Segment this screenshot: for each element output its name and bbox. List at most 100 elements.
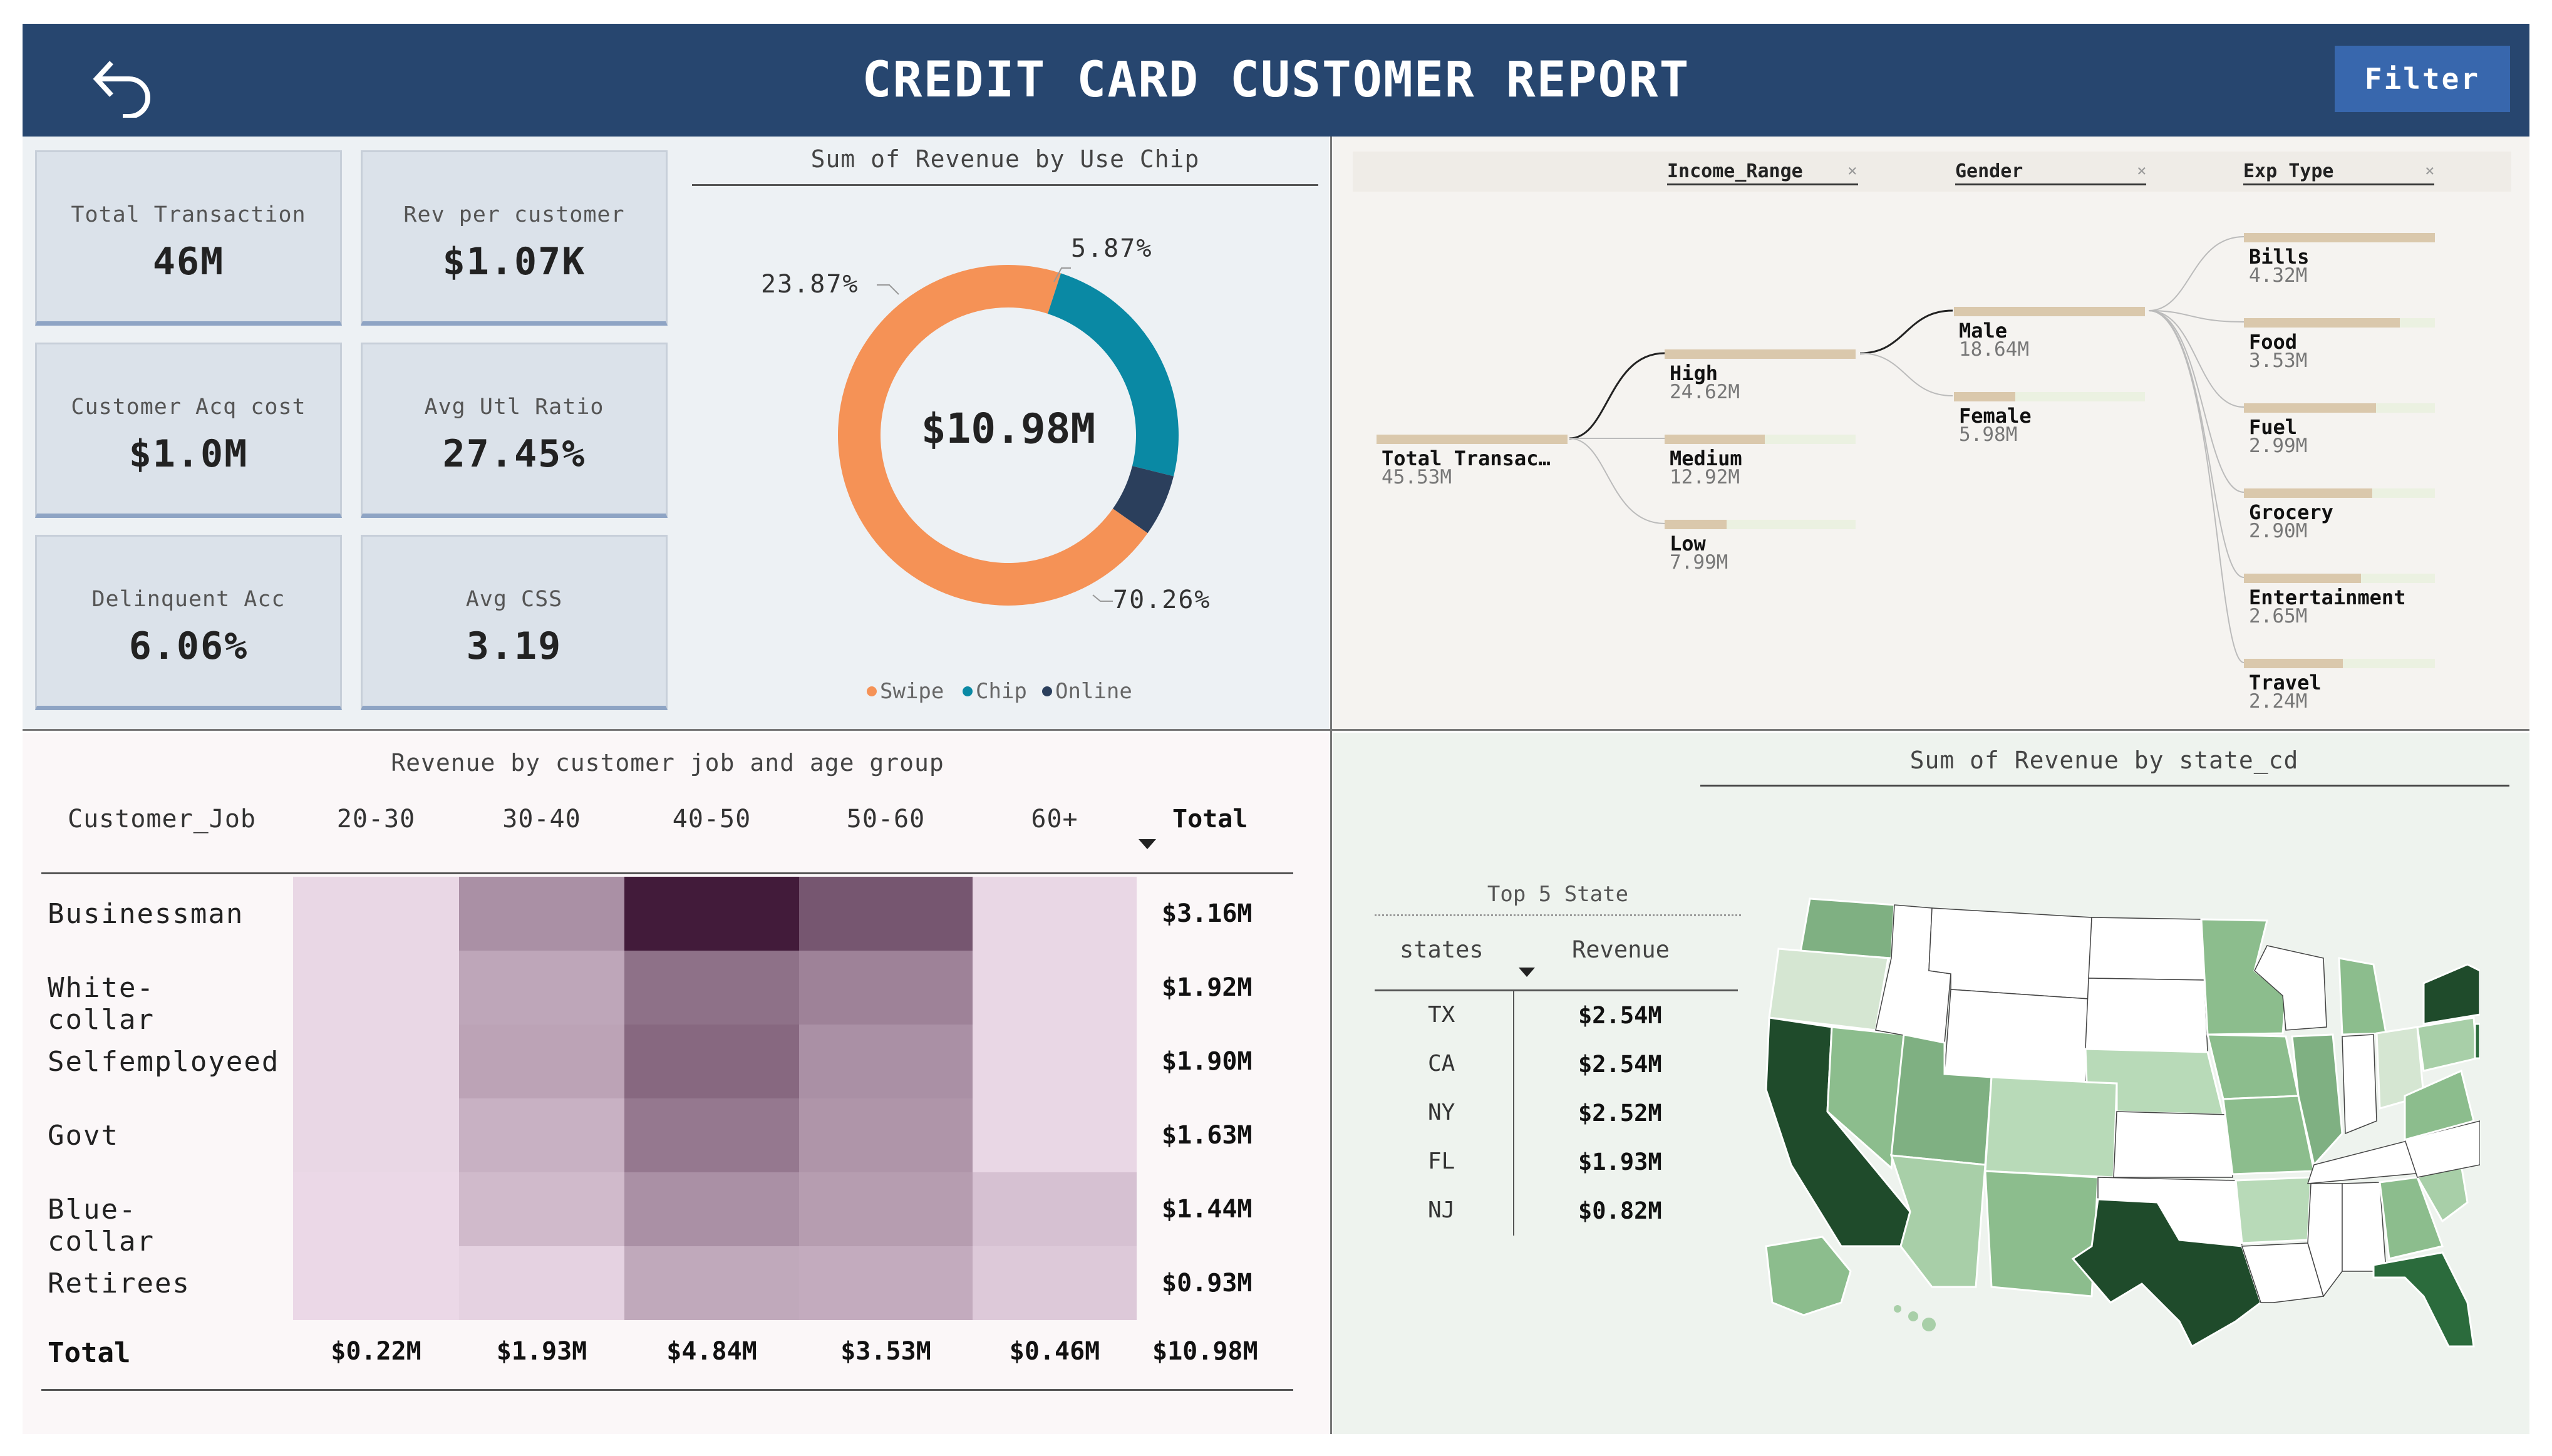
matrix-col-total: $3.53M [840, 1337, 931, 1366]
state-co [1984, 1076, 2118, 1179]
tree-node-travel-bar[interactable] [2244, 659, 2343, 668]
map-title-underline [1700, 785, 2509, 787]
top5-state: NY [1428, 1100, 1455, 1125]
state-pa [2416, 1016, 2478, 1072]
chip-leader-line [877, 284, 899, 295]
kpi-value: $1.07K [442, 240, 586, 284]
matrix-row-label: Retirees [48, 1268, 190, 1299]
matrix-col-total: $1.93M [496, 1337, 587, 1366]
top5-revenue: $2.54M [1578, 1002, 1662, 1029]
tree-node-fuel-bar[interactable] [2244, 403, 2376, 413]
heatmap-cell[interactable] [459, 1025, 624, 1098]
sort-desc-icon[interactable] [1519, 968, 1535, 977]
heatmap-cell[interactable] [459, 1098, 624, 1172]
top5-revenue: $2.54M [1578, 1051, 1662, 1078]
top5-state: NJ [1428, 1197, 1455, 1223]
kpi-card-total-transaction: Total Transaction 46M [35, 150, 342, 326]
heatmap-cell[interactable] [973, 1172, 1137, 1246]
tree-node-grocery-bar[interactable] [2244, 488, 2372, 498]
state-ia [2206, 1033, 2300, 1100]
heatmap-cell[interactable] [459, 951, 624, 1025]
heatmap-cell[interactable] [293, 1098, 459, 1172]
heatmap-cell[interactable] [624, 1246, 799, 1320]
tree-node-label: Grocery [2249, 500, 2333, 524]
top5-revenue: $0.82M [1578, 1197, 1662, 1224]
heatmap-cell[interactable] [973, 951, 1137, 1025]
heatmap-cell[interactable] [973, 1098, 1137, 1172]
heatmap-cell[interactable] [799, 951, 973, 1025]
kpi-card-rev-per-customer: Rev per customer $1.07K [361, 150, 668, 326]
page-title: CREDIT CARD CUSTOMER REPORT [862, 52, 1690, 108]
filter-button[interactable]: Filter [2335, 46, 2510, 112]
heatmap-cell[interactable] [624, 951, 799, 1025]
matrix-col-total: $0.22M [331, 1337, 421, 1366]
matrix-title: Revenue by customer job and age group [391, 749, 944, 777]
heatmap-cell[interactable] [459, 877, 624, 951]
heatmap-cell[interactable] [799, 1172, 973, 1246]
state-or [1768, 947, 1889, 1031]
heatmap-cell[interactable] [624, 877, 799, 951]
state-wy [1944, 989, 2089, 1084]
heatmap-cell[interactable] [799, 1025, 973, 1098]
donut-title: Sum of Revenue by Use Chip [810, 145, 1200, 173]
top5-state: TX [1428, 1002, 1455, 1028]
matrix-col-header: 40-50 [672, 805, 752, 834]
heatmap-cell[interactable] [973, 877, 1137, 951]
tree-node-label: Total Transac… [1382, 447, 1551, 470]
heatmap-cell[interactable] [624, 1098, 799, 1172]
matrix-row-label: Businessman [48, 898, 244, 930]
tree-node-female-bar[interactable] [1954, 392, 2015, 401]
kpi-label: Customer Acq cost [71, 395, 306, 420]
online-pct-label: 5.87% [1071, 234, 1152, 263]
swipe-leader-line [1092, 594, 1113, 602]
matrix-header-rule [41, 872, 1293, 874]
tree-node-entertainment-bar[interactable] [2244, 574, 2361, 583]
legend-chip-dot [963, 686, 973, 696]
tree-node-food-bar[interactable] [2244, 318, 2400, 328]
heatmap-cell[interactable] [624, 1172, 799, 1246]
tree-node-label: Medium [1670, 447, 1742, 470]
heatmap-cell[interactable] [459, 1172, 624, 1246]
tree-node-value: 12.92M [1670, 466, 1740, 488]
heatmap-cell[interactable] [293, 1025, 459, 1098]
state-ak [1765, 1236, 1852, 1316]
heatmap-cell[interactable] [293, 951, 459, 1025]
tree-node-value: 7.99M [1670, 551, 1728, 574]
heatmap-cell[interactable] [973, 1246, 1137, 1320]
top5-col-revenue: Revenue [1572, 936, 1670, 963]
heatmap-cell[interactable] [799, 877, 973, 951]
tree-node-low-bar[interactable] [1665, 520, 1727, 529]
matrix-row-label: White-collar [48, 972, 155, 1036]
tree-node-high-bar[interactable] [1665, 349, 1856, 359]
tree-connectors [1569, 236, 2245, 663]
tree-node-value: 2.24M [2249, 690, 2308, 713]
sort-desc-icon[interactable] [1139, 839, 1156, 849]
matrix-grand-total: $10.98M [1152, 1337, 1258, 1366]
heatmap-cell[interactable] [293, 877, 459, 951]
tree-node-medium-bar[interactable] [1665, 435, 1765, 444]
heatmap-cell[interactable] [293, 1246, 459, 1320]
tree-node-value: 24.62M [1670, 381, 1740, 403]
top5-state: CA [1428, 1051, 1455, 1077]
matrix-row-total: $1.63M [1162, 1121, 1253, 1150]
heatmap-cell[interactable] [973, 1025, 1137, 1098]
tree-node-label: Bills [2249, 245, 2310, 269]
matrix-total-header: Total [1172, 805, 1248, 834]
tree-node-value: 45.53M [1382, 466, 1452, 488]
matrix-bottom-rule [41, 1389, 1293, 1391]
tree-node-bills-bar[interactable] [2244, 233, 2435, 242]
matrix-col-header: 50-60 [846, 805, 926, 834]
horizontal-divider [23, 729, 2529, 731]
heatmap-cell[interactable] [799, 1098, 973, 1172]
tree-node-male-bar[interactable] [1954, 307, 2145, 316]
legend-swipe-dot [867, 686, 877, 696]
heatmap-cell[interactable] [293, 1172, 459, 1246]
tree-node-root-bar[interactable] [1377, 435, 1568, 444]
header-bar: CREDIT CARD CUSTOMER REPORT Filter [23, 24, 2529, 137]
matrix-col-header: 30-40 [502, 805, 581, 834]
matrix-row-total: $0.93M [1162, 1269, 1253, 1298]
tree-node-label: Female [1959, 404, 2032, 428]
heatmap-cell[interactable] [459, 1246, 624, 1320]
heatmap-cell[interactable] [624, 1025, 799, 1098]
heatmap-cell[interactable] [799, 1246, 973, 1320]
